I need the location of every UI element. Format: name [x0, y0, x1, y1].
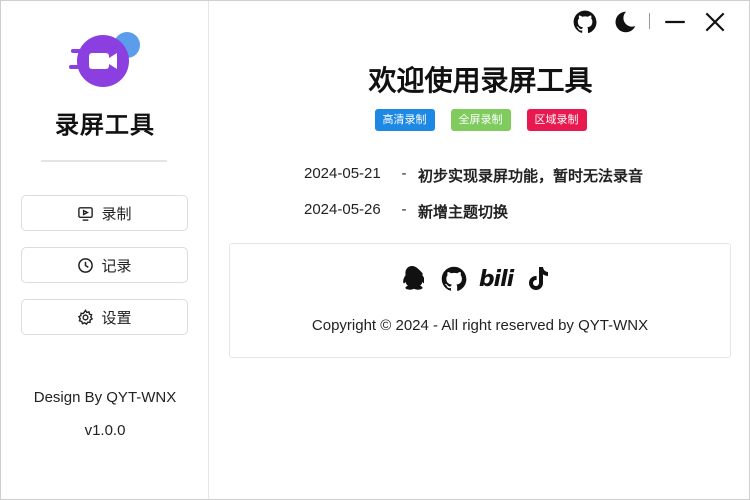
nav-settings-button[interactable]: 设置: [21, 299, 188, 335]
app-logo-icon: [69, 32, 140, 87]
nav-history-label: 记录: [101, 256, 132, 275]
changelog-item: 2024-05-26 - 新增主题切换: [304, 201, 508, 222]
sidebar: 录屏工具 录制 记录 设置 Design By QYT-WNX v1.0.0: [1, 1, 209, 499]
footer-card: bili Copyright © 2024 - All right reserv…: [229, 243, 731, 358]
changelog-date: 2024-05-21: [304, 165, 381, 182]
changelog-text: 初步实现录屏功能，暂时无法录音: [418, 167, 644, 185]
sidebar-divider: [41, 160, 167, 162]
github-icon: [441, 266, 467, 291]
tiktok-icon: [529, 267, 548, 290]
tag-region-record: 区域录制: [526, 109, 587, 131]
clock-icon: [78, 257, 94, 273]
topbar-separator: [649, 13, 650, 29]
changelog-separator: -: [401, 201, 407, 218]
screen-record-icon: [78, 206, 94, 221]
close-icon[interactable]: [702, 9, 728, 35]
version-text: v1.0.0: [84, 422, 126, 439]
changelog-separator: -: [401, 165, 407, 182]
nav-settings-label: 设置: [101, 308, 132, 327]
page-title: 欢迎使用录屏工具: [368, 64, 593, 97]
tag-hd-record: 高清录制: [374, 109, 435, 131]
nav-history-button[interactable]: 记录: [21, 247, 188, 283]
changelog-date: 2024-05-26: [304, 201, 381, 218]
github-icon[interactable]: [572, 9, 598, 35]
github-link[interactable]: [440, 264, 468, 294]
moon-icon[interactable]: [612, 9, 638, 35]
feature-tags: 高清录制 全屏录制 区域录制: [210, 109, 750, 131]
qq-link[interactable]: [398, 264, 426, 294]
nav-record-button[interactable]: 录制: [21, 195, 188, 231]
gear-icon: [78, 308, 94, 325]
minimize-icon[interactable]: [662, 9, 688, 35]
tiktok-link[interactable]: [524, 264, 552, 294]
bilibili-icon: bili: [478, 266, 514, 292]
changelog-item: 2024-05-21 - 初步实现录屏功能，暂时无法录音: [304, 165, 643, 186]
tag-fullscreen-record: 全屏录制: [450, 109, 511, 131]
social-links: bili: [398, 264, 552, 294]
qq-icon: [403, 266, 424, 290]
changelog-text: 新增主题切换: [418, 203, 509, 221]
design-by-text: Design By QYT-WNX: [33, 389, 177, 406]
app-window: 录屏工具 录制 记录 设置 Design By QYT-WNX v1.0.0 欢…: [0, 0, 750, 500]
copyright-text: Copyright © 2024 - All right reserved by…: [311, 317, 649, 334]
app-name: 录屏工具: [55, 111, 155, 139]
bilibili-link[interactable]: bili: [478, 264, 514, 294]
nav-record-label: 录制: [101, 204, 132, 223]
